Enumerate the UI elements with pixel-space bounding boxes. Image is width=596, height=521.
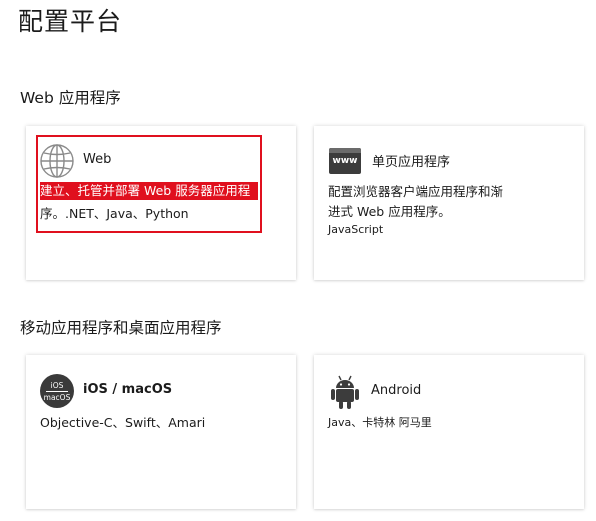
card-ios-desc: Objective-C、Swift、Amari	[40, 415, 206, 430]
card-ios-macos[interactable]: iOS macOS iOS / macOS Objective-C、Swift、…	[26, 355, 296, 509]
www-label: www	[332, 156, 358, 166]
card-spa-tags: JavaScript	[328, 223, 384, 236]
card-web-desc-line2: 序。.NET、Java、Python	[40, 206, 189, 221]
card-android-desc: Java、卡特林 阿马里	[328, 416, 432, 429]
card-spa-title: 单页应用程序	[372, 155, 451, 170]
card-web-desc-line1: 建立、托管并部署 Web 服务器应用程	[40, 182, 258, 200]
page-title: 配置平台	[18, 7, 123, 36]
card-single-page-app[interactable]: www 单页应用程序 配置浏览器客户端应用程序和渐 进式 Web 应用程序。 J…	[314, 126, 584, 280]
card-ios-title: iOS / macOS	[83, 382, 173, 397]
card-spa-desc-line1: 配置浏览器客户端应用程序和渐	[328, 184, 504, 199]
card-web[interactable]: Web 建立、托管并部署 Web 服务器应用程 序。.NET、Java、Pyth…	[26, 126, 296, 280]
section-heading-mobile-desktop: 移动应用程序和桌面应用程序	[20, 319, 222, 337]
macos-icon-label: macOS	[43, 393, 71, 402]
ios-macos-icon: iOS macOS	[40, 374, 74, 408]
card-spa-desc-line2: 进式 Web 应用程序。	[328, 204, 451, 219]
android-icon	[331, 375, 359, 409]
card-web-title: Web	[83, 152, 112, 167]
section-heading-web-apps: Web 应用程序	[20, 89, 121, 107]
ios-icon-label: iOS	[50, 381, 64, 390]
card-android-title: Android	[371, 383, 422, 398]
card-android[interactable]: Android Java、卡特林 阿马里	[314, 355, 584, 509]
globe-icon	[40, 144, 74, 178]
www-window-icon: www	[329, 148, 361, 174]
